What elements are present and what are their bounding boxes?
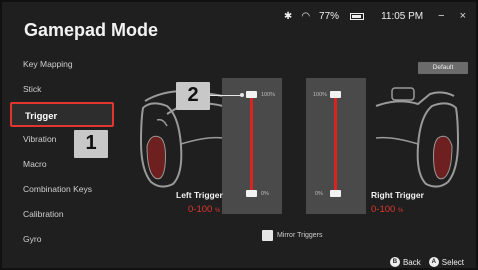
- annotation-pointer-line: [210, 95, 243, 96]
- a-button-icon: A: [428, 257, 439, 267]
- wifi-icon: ◠: [301, 10, 311, 22]
- back-label: Back: [402, 257, 421, 267]
- right-trigger-max-handle[interactable]: [330, 91, 341, 98]
- select-label: Select: [441, 257, 464, 267]
- bluetooth-icon: ✱: [283, 10, 293, 22]
- mirror-triggers-checkbox[interactable]: [262, 230, 273, 241]
- sidebar-item-calibration[interactable]: Calibration: [10, 202, 114, 227]
- close-button[interactable]: ×: [460, 10, 466, 22]
- left-trigger-label: Left Trigger: [176, 190, 223, 200]
- b-button-icon: B: [389, 257, 400, 267]
- back-button[interactable]: B Back: [389, 257, 421, 267]
- left-trigger-panel: 100% 0%: [222, 78, 282, 214]
- left-trigger-range-value: 0-100: [188, 204, 213, 215]
- right-trigger-range-unit: %: [397, 208, 404, 214]
- right-trigger-track[interactable]: [334, 93, 337, 193]
- sidebar-item-key-mapping[interactable]: Key Mapping: [10, 52, 114, 77]
- right-trigger-panel: 100% 0%: [306, 78, 366, 214]
- page-title: Gamepad Mode: [24, 20, 159, 40]
- clock: 11:05 PM: [381, 10, 424, 22]
- mirror-triggers-toggle[interactable]: Mirror Triggers: [262, 230, 323, 241]
- sidebar-item-gyro[interactable]: Gyro: [10, 227, 114, 252]
- default-button[interactable]: Default: [418, 62, 468, 74]
- right-trigger-bottom-percent: 0%: [315, 191, 323, 197]
- left-trigger-track[interactable]: [250, 93, 253, 193]
- minimize-button[interactable]: −: [438, 10, 444, 22]
- left-trigger-max-handle[interactable]: [246, 91, 257, 98]
- left-trigger-min-handle[interactable]: [246, 190, 257, 197]
- annotation-badge-1: 1: [74, 130, 108, 158]
- mirror-triggers-label: Mirror Triggers: [277, 232, 323, 239]
- left-trigger-bottom-percent: 0%: [261, 191, 269, 197]
- left-trigger-range-unit: %: [214, 208, 221, 214]
- sidebar-item-combination-keys[interactable]: Combination Keys: [10, 177, 114, 202]
- left-trigger-range: 0-100 %: [188, 204, 220, 215]
- right-trigger-range: 0-100 %: [371, 204, 403, 215]
- right-trigger-range-value: 0-100: [371, 204, 396, 215]
- right-trigger-label: Right Trigger: [371, 190, 424, 200]
- right-trigger-min-handle[interactable]: [330, 190, 341, 197]
- annotation-badge-2: 2: [176, 82, 210, 110]
- left-trigger-top-percent: 100%: [261, 92, 276, 98]
- select-button[interactable]: A Select: [428, 257, 464, 267]
- right-trigger-top-percent: 100%: [313, 92, 328, 98]
- footer-hints: B Back A Select: [389, 257, 464, 267]
- annotation-pointer-dot: [240, 93, 244, 97]
- battery-icon: [350, 12, 365, 20]
- right-controller-illustration: [375, 87, 460, 188]
- battery-percent: 77%: [319, 10, 340, 22]
- status-bar: ✱ ◠ 77% 11:05 PM − ×: [284, 10, 466, 22]
- sidebar-item-trigger[interactable]: Trigger: [10, 102, 114, 127]
- sidebar-item-stick[interactable]: Stick: [10, 77, 114, 102]
